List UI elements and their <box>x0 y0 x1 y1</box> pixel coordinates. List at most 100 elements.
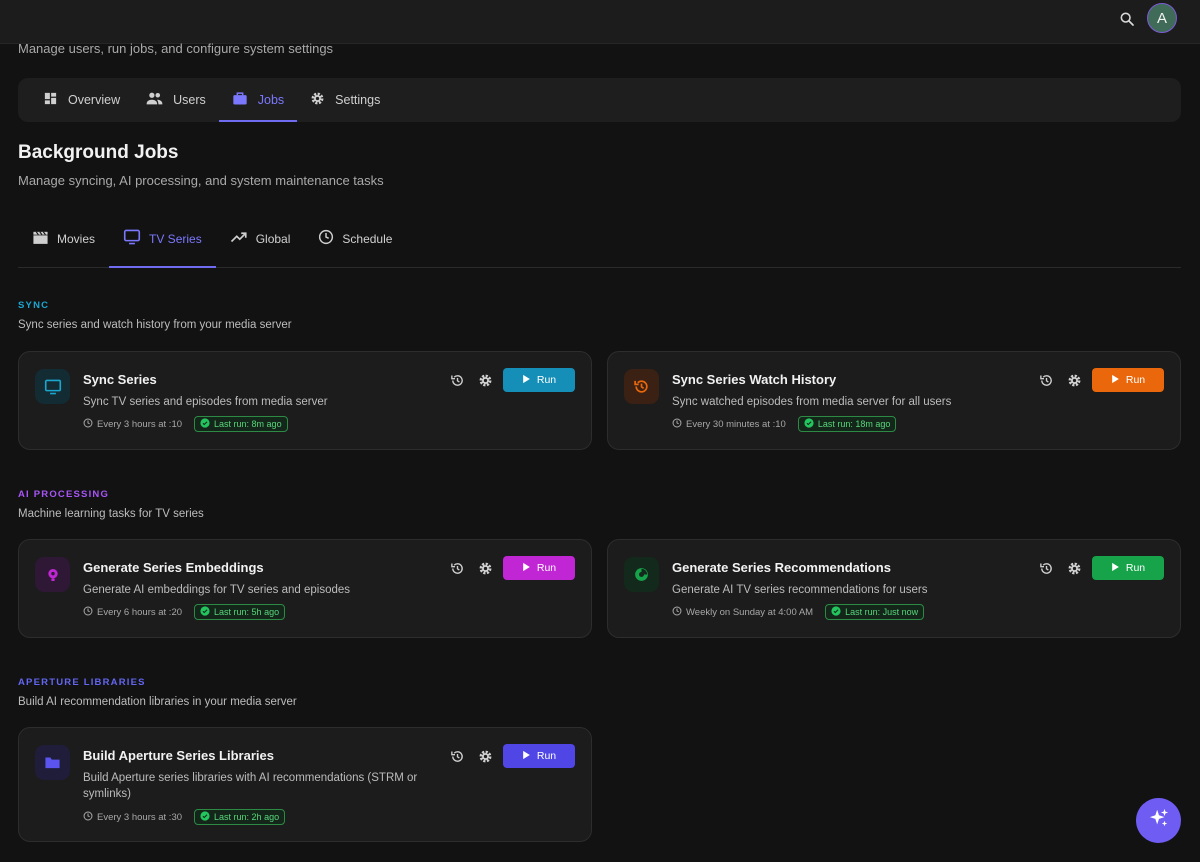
play-icon <box>522 562 531 575</box>
clock-icon <box>83 811 93 824</box>
tab-tv-series[interactable]: TV Series <box>109 210 216 268</box>
job-description: Generate AI embeddings for TV series and… <box>83 584 351 596</box>
job-description: Sync TV series and episodes from media s… <box>83 396 328 408</box>
job-title: Generate Series Recommendations <box>672 560 891 575</box>
tab-label: Schedule <box>342 231 393 246</box>
group-desc-aperture-libraries: Build AI recommendation libraries in you… <box>18 696 297 708</box>
tab-label: Movies <box>57 231 96 246</box>
page-subtitle: Manage syncing, AI processing, and syste… <box>18 173 384 188</box>
last-run-badge: Last run: 18m ago <box>797 416 897 432</box>
run-label: Run <box>1125 562 1146 574</box>
last-run-badge: Last run: 8m ago <box>194 416 288 432</box>
gear-icon[interactable] <box>475 368 495 392</box>
last-run-text: Last run: Just now <box>845 607 919 617</box>
last-run-text: Last run: 2h ago <box>214 812 280 822</box>
check-circle-icon <box>831 606 841 618</box>
tab-movies[interactable]: Movies <box>18 210 109 267</box>
history-icon[interactable] <box>1036 556 1056 580</box>
clock-icon <box>318 229 334 248</box>
history-icon[interactable] <box>1036 368 1056 392</box>
avatar[interactable]: A <box>1147 3 1177 33</box>
sparkle-circle-icon <box>624 557 659 592</box>
gear-icon[interactable] <box>1064 556 1084 580</box>
tv-icon <box>123 229 141 248</box>
history-icon[interactable] <box>447 556 467 580</box>
tab-settings[interactable]: Settings <box>297 78 393 122</box>
history-icon[interactable] <box>447 368 467 392</box>
media-tabs: Movies TV Series Global Schedule <box>18 210 1181 268</box>
tab-label: TV Series <box>149 231 202 246</box>
ai-assistant-button[interactable] <box>1136 798 1181 843</box>
last-run-badge: Last run: Just now <box>825 604 925 620</box>
group-desc-sync: Sync series and watch history from your … <box>18 319 292 331</box>
tab-global[interactable]: Global <box>216 210 305 267</box>
run-button[interactable]: Run <box>503 368 575 392</box>
last-run-badge: Last run: 5h ago <box>194 604 286 620</box>
schedule-text: Every 3 hours at :30 <box>97 811 183 823</box>
job-title: Sync Series Watch History <box>672 372 837 387</box>
clapperboard-icon <box>32 230 49 248</box>
group-label-ai-processing: AI PROCESSING <box>18 489 110 500</box>
gear-icon <box>310 91 325 109</box>
play-icon <box>522 750 531 763</box>
last-run-badge: Last run: 2h ago <box>194 809 286 825</box>
schedule-text: Every 6 hours at :20 <box>97 606 183 618</box>
clock-icon <box>672 418 682 431</box>
job-title: Sync Series <box>83 372 157 387</box>
users-icon <box>146 91 163 109</box>
group-label-sync: SYNC <box>18 300 50 311</box>
check-circle-icon <box>804 418 814 430</box>
job-card-sync-watch-history: Sync Series Watch History Sync watched e… <box>607 351 1181 450</box>
run-button[interactable]: Run <box>503 744 575 768</box>
run-label: Run <box>1125 374 1146 386</box>
group-label-aperture-libraries: APERTURE LIBRARIES <box>18 677 146 688</box>
sparkles-icon <box>1148 807 1170 834</box>
gear-icon[interactable] <box>475 744 495 768</box>
job-schedule: Weekly on Sunday at 4:00 AM <box>672 606 813 619</box>
job-card-sync-series: Sync Series Sync TV series and episodes … <box>18 351 592 450</box>
admin-subtitle: Manage users, run jobs, and configure sy… <box>18 41 334 56</box>
run-label: Run <box>536 562 557 574</box>
tab-jobs[interactable]: Jobs <box>218 78 298 122</box>
gear-icon[interactable] <box>1064 368 1084 392</box>
search-icon[interactable] <box>1116 8 1138 30</box>
run-button[interactable]: Run <box>1092 556 1164 580</box>
trending-icon <box>230 230 248 247</box>
clock-icon <box>83 418 93 431</box>
tab-schedule[interactable]: Schedule <box>304 210 406 267</box>
job-schedule: Every 3 hours at :10 <box>83 418 182 431</box>
briefcase-icon <box>232 91 248 109</box>
schedule-text: Every 3 hours at :10 <box>97 418 183 430</box>
job-schedule: Every 30 minutes at :10 <box>672 418 786 431</box>
job-actions: Run <box>447 744 575 768</box>
tab-users[interactable]: Users <box>133 78 219 122</box>
last-run-text: Last run: 5h ago <box>214 607 280 617</box>
last-run-text: Last run: 18m ago <box>817 419 891 429</box>
job-meta: Weekly on Sunday at 4:00 AM Last run: Ju… <box>672 604 925 620</box>
gear-icon[interactable] <box>475 556 495 580</box>
tab-label: Users <box>173 93 206 107</box>
run-button[interactable]: Run <box>503 556 575 580</box>
tab-label: Overview <box>68 93 121 107</box>
job-schedule: Every 3 hours at :30 <box>83 811 182 824</box>
group-desc-ai-processing: Machine learning tasks for TV series <box>18 508 204 520</box>
job-actions: Run <box>1036 368 1164 392</box>
job-description: Sync watched episodes from media server … <box>672 396 952 408</box>
admin-tabs: Overview Users Jobs Settings <box>18 78 1181 122</box>
history-icon[interactable] <box>447 744 467 768</box>
clock-icon <box>83 606 93 619</box>
run-button[interactable]: Run <box>1092 368 1164 392</box>
job-card-build-libraries: Build Aperture Series Libraries Build Ap… <box>18 727 592 842</box>
job-meta: Every 6 hours at :20 Last run: 5h ago <box>83 604 286 620</box>
job-title: Generate Series Embeddings <box>83 560 264 575</box>
page-title: Background Jobs <box>18 142 179 163</box>
run-label: Run <box>536 750 557 762</box>
tv-icon <box>35 369 70 404</box>
job-card-generate-recommendations: Generate Series Recommendations Generate… <box>607 539 1181 638</box>
job-actions: Run <box>447 368 575 392</box>
schedule-text: Weekly on Sunday at 4:00 AM <box>686 606 814 618</box>
job-meta: Every 30 minutes at :10 Last run: 18m ag… <box>672 416 897 432</box>
tab-overview[interactable]: Overview <box>30 78 133 122</box>
check-circle-icon <box>200 811 210 823</box>
tab-label: Global <box>255 231 291 246</box>
